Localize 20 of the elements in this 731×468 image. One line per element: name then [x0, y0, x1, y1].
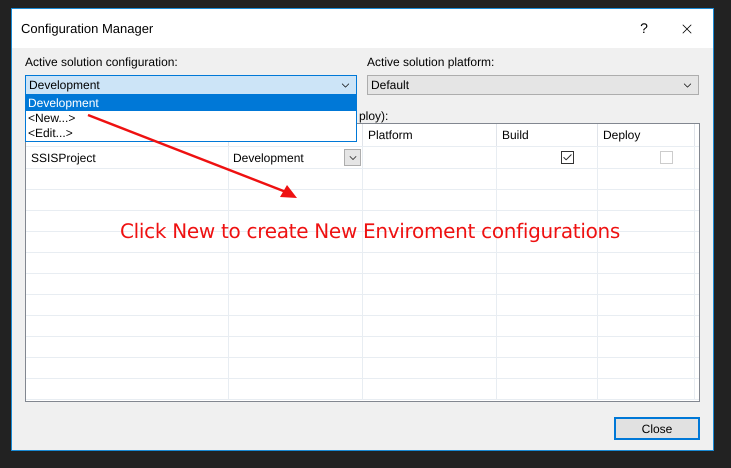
- dropdown-option[interactable]: <New...>: [26, 111, 356, 126]
- close-button[interactable]: Close: [614, 417, 700, 440]
- dropdown-option[interactable]: Development: [26, 96, 356, 111]
- platform-dropdown[interactable]: Default: [367, 75, 699, 95]
- table-cell-text: SSISProject: [31, 150, 96, 166]
- help-button[interactable]: ?: [624, 14, 664, 44]
- column-header: Deploy: [603, 127, 640, 144]
- dropdown-button[interactable]: [344, 149, 361, 166]
- checkbox[interactable]: [560, 151, 574, 164]
- window-title: Configuration Manager: [21, 20, 154, 38]
- dropdown-option[interactable]: <Edit...>: [26, 126, 356, 141]
- section-label: ploy):: [359, 109, 388, 123]
- column-header: Build: [502, 127, 529, 144]
- configuration-dropdown[interactable]: Development: [25, 75, 357, 95]
- annotation-text: Click New to create New Enviroment configurations: [120, 218, 620, 245]
- table-cell-text: Development: [233, 150, 305, 166]
- field-label: Active solution configuration:: [25, 55, 179, 70]
- field-label: Active solution platform:: [367, 55, 496, 70]
- check-icon: [562, 152, 572, 163]
- column-header: Platform: [368, 127, 413, 144]
